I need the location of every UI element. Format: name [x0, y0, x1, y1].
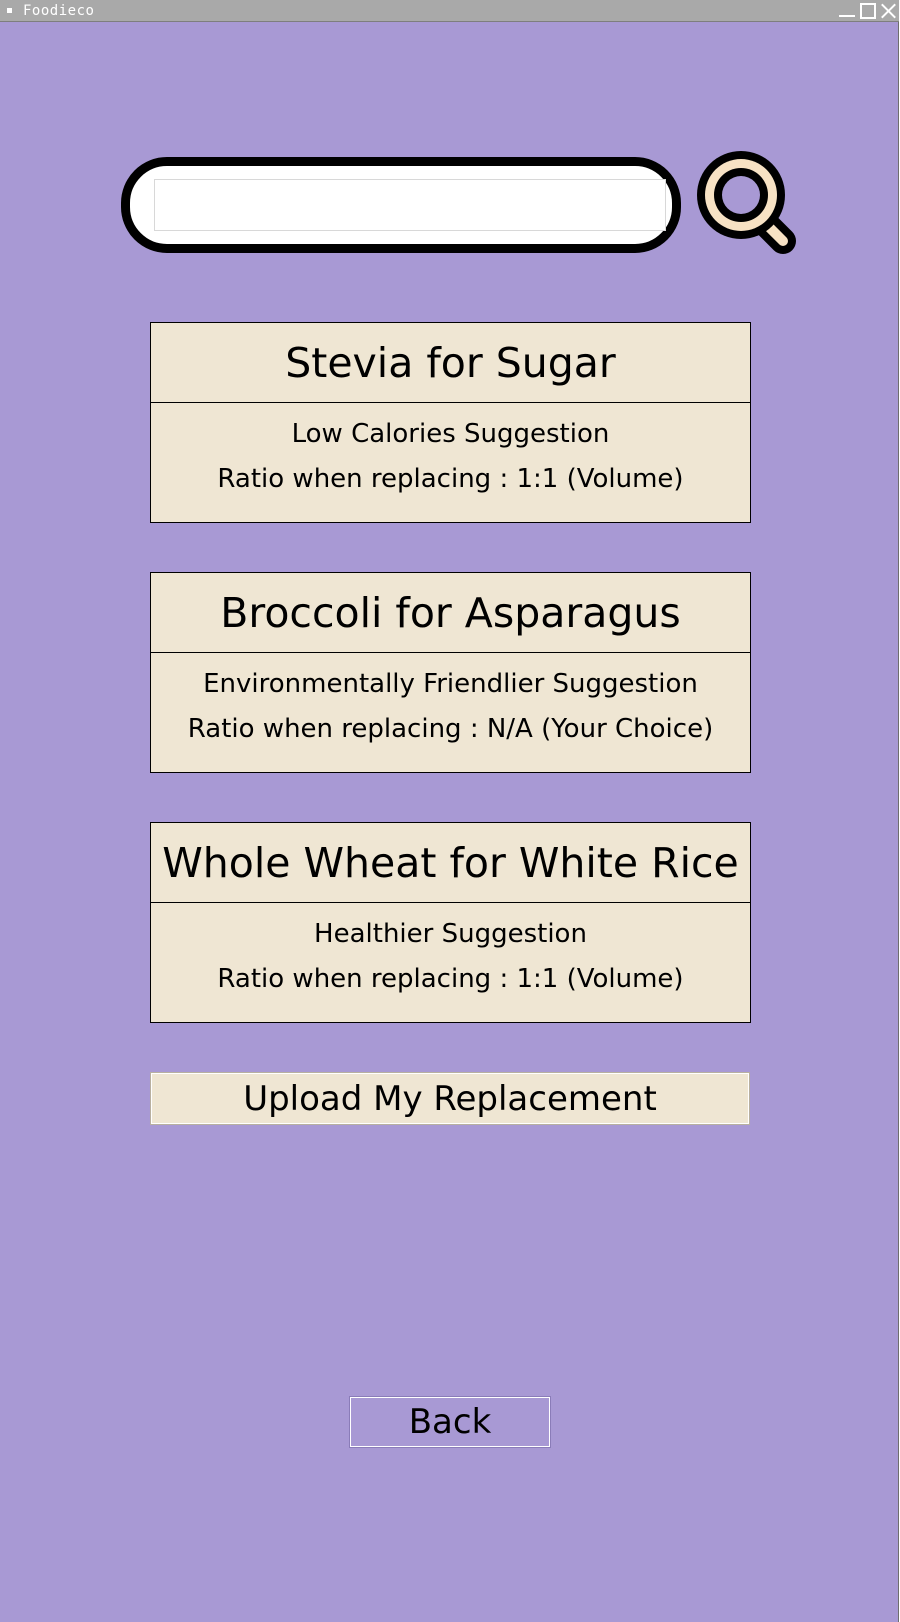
search-input[interactable] [154, 179, 666, 231]
suggestion-ratio: Ratio when replacing : 1:1 (Volume) [217, 964, 684, 994]
suggestion-category: Environmentally Friendlier Suggestion [203, 669, 698, 699]
suggestion-ratio: Ratio when replacing : 1:1 (Volume) [217, 464, 684, 494]
suggestion-card[interactable]: Stevia for Sugar Low Calories Suggestion… [150, 322, 751, 523]
search-button[interactable] [693, 143, 803, 261]
window-menu-icon[interactable] [7, 8, 12, 13]
suggestion-card[interactable]: Broccoli for Asparagus Environmentally F… [150, 572, 751, 773]
back-button[interactable]: Back [350, 1397, 550, 1447]
suggestion-title: Broccoli for Asparagus [151, 573, 750, 653]
minimize-icon[interactable] [839, 3, 855, 19]
suggestion-card[interactable]: Whole Wheat for White Rice Healthier Sug… [150, 822, 751, 1023]
suggestion-title: Whole Wheat for White Rice [151, 823, 750, 903]
maximize-icon[interactable] [860, 3, 876, 19]
app-window: Foodieco Stevia for Sugar Low Calories S… [0, 0, 899, 1622]
suggestion-ratio: Ratio when replacing : N/A (Your Choice) [187, 714, 714, 744]
title-bar[interactable]: Foodieco [0, 0, 899, 22]
search-bar [121, 157, 681, 253]
close-icon[interactable] [880, 3, 896, 19]
search-icon [697, 151, 796, 254]
suggestion-category: Low Calories Suggestion [291, 419, 610, 449]
upload-replacement-button[interactable]: Upload My Replacement [150, 1072, 750, 1125]
window-title: Foodieco [23, 3, 95, 19]
suggestion-category: Healthier Suggestion [314, 919, 587, 949]
suggestion-title: Stevia for Sugar [151, 323, 750, 403]
